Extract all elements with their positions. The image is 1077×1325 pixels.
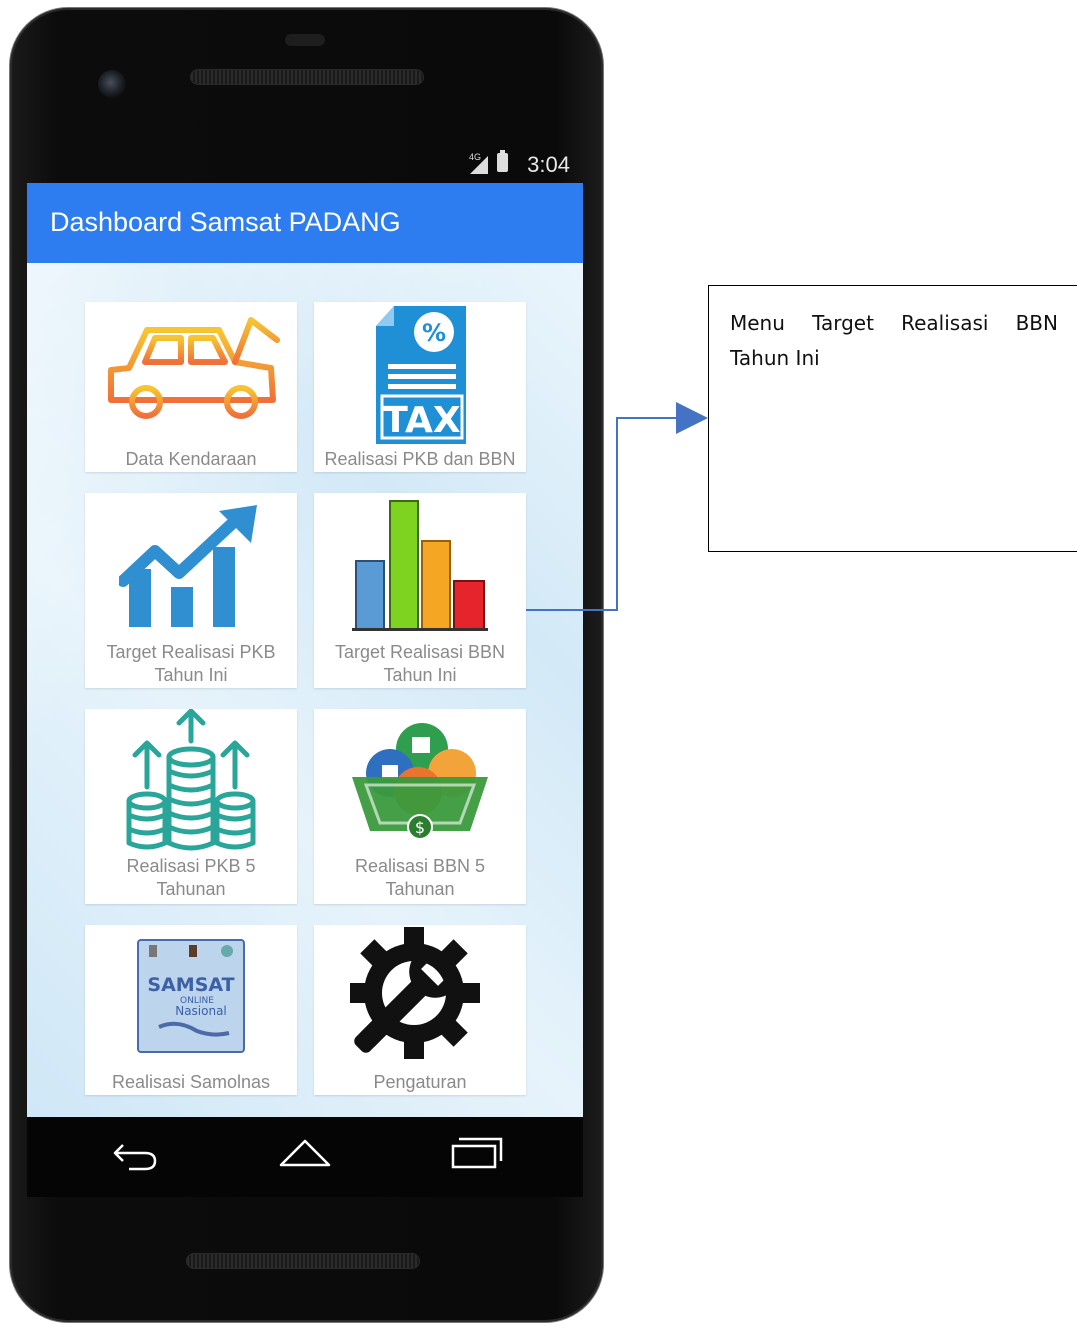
annotation-text: Menu Target Realisasi BBN Tahun Ini <box>730 311 1058 370</box>
callout-connector-arrow <box>526 402 708 611</box>
annotation-callout: Menu Target Realisasi BBN Tahun Ini <box>708 285 1077 552</box>
